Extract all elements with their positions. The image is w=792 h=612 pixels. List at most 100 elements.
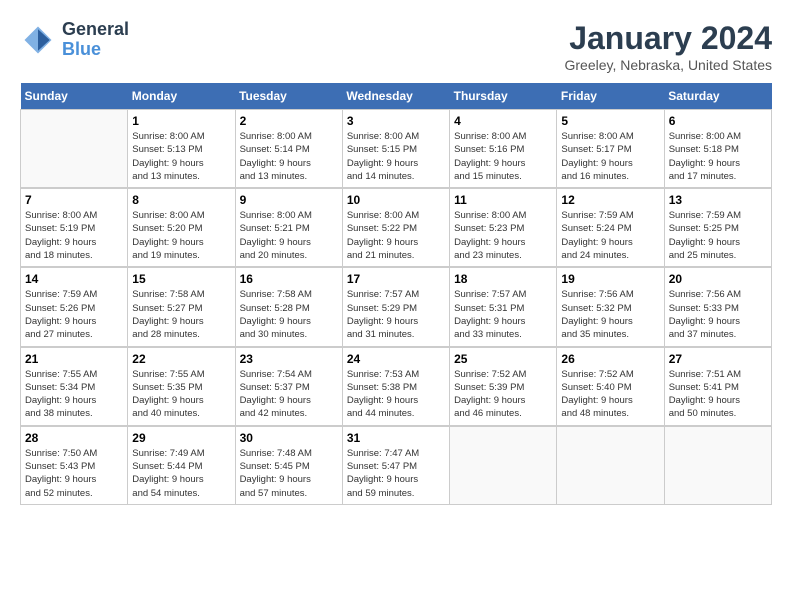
- day-info: Sunrise: 7:57 AMSunset: 5:29 PMDaylight:…: [347, 288, 445, 341]
- day-cell: 17 Sunrise: 7:57 AMSunset: 5:29 PMDayligh…: [342, 267, 449, 346]
- day-number: 31: [347, 431, 445, 445]
- day-number: 27: [669, 352, 767, 366]
- day-info: Sunrise: 7:52 AMSunset: 5:40 PMDaylight:…: [561, 368, 659, 421]
- day-number: 6: [669, 114, 767, 128]
- day-number: 14: [25, 272, 123, 286]
- day-info: Sunrise: 7:48 AMSunset: 5:45 PMDaylight:…: [240, 447, 338, 500]
- header-cell-friday: Friday: [557, 83, 664, 110]
- day-info: Sunrise: 7:56 AMSunset: 5:32 PMDaylight:…: [561, 288, 659, 341]
- day-cell: 15Sunrise: 7:58 AMSunset: 5:27 PMDayligh…: [128, 267, 235, 346]
- day-info: Sunrise: 8:00 AMSunset: 5:21 PMDaylight:…: [240, 209, 338, 262]
- day-info: Sunrise: 7:47 AMSunset: 5:47 PMDaylight:…: [347, 447, 445, 500]
- day-cell: 10 Sunrise: 8:00 AMSunset: 5:22 PMDayligh…: [342, 188, 449, 267]
- day-number: 23: [240, 352, 338, 366]
- day-number: 24: [347, 352, 445, 366]
- day-cell: 29 Sunrise: 7:49 AMSunset: 5:44 PMDayligh…: [128, 426, 235, 505]
- calendar-table: SundayMondayTuesdayWednesdayThursdayFrid…: [20, 83, 772, 505]
- logo-icon: [20, 22, 56, 58]
- day-number: 18: [454, 272, 552, 286]
- day-cell: 11Sunrise: 8:00 AMSunset: 5:23 PMDayligh…: [450, 188, 557, 267]
- day-cell: 7 Sunrise: 8:00 AMSunset: 5:19 PMDaylight…: [21, 188, 128, 267]
- header-cell-sunday: Sunday: [21, 83, 128, 110]
- day-number: 25: [454, 352, 552, 366]
- day-cell: [664, 426, 771, 505]
- day-cell: 20 Sunrise: 7:56 AMSunset: 5:33 PMDayligh…: [664, 267, 771, 346]
- day-cell: 22Sunrise: 7:55 AMSunset: 5:35 PMDayligh…: [128, 347, 235, 426]
- day-cell: 25 Sunrise: 7:52 AMSunset: 5:39 PMDayligh…: [450, 347, 557, 426]
- day-cell: [450, 426, 557, 505]
- day-info: Sunrise: 8:00 AMSunset: 5:18 PMDaylight:…: [669, 130, 767, 183]
- header-cell-saturday: Saturday: [664, 83, 771, 110]
- day-number: 16: [240, 272, 338, 286]
- day-cell: 30 Sunrise: 7:48 AMSunset: 5:45 PMDayligh…: [235, 426, 342, 505]
- day-number: 20: [669, 272, 767, 286]
- day-info: Sunrise: 7:50 AMSunset: 5:43 PMDaylight:…: [25, 447, 123, 500]
- logo-blue: Blue: [62, 40, 129, 60]
- day-cell: 5 Sunrise: 8:00 AMSunset: 5:17 PMDaylight…: [557, 110, 664, 189]
- week-row-1: 1Sunrise: 8:00 AMSunset: 5:13 PMDaylight…: [21, 110, 772, 189]
- day-cell: 18Sunrise: 7:57 AMSunset: 5:31 PMDayligh…: [450, 267, 557, 346]
- day-cell: 9 Sunrise: 8:00 AMSunset: 5:21 PMDaylight…: [235, 188, 342, 267]
- week-row-5: 28 Sunrise: 7:50 AMSunset: 5:43 PMDayligh…: [21, 426, 772, 505]
- week-row-4: 21Sunrise: 7:55 AMSunset: 5:34 PMDayligh…: [21, 347, 772, 426]
- day-info: Sunrise: 7:55 AMSunset: 5:35 PMDaylight:…: [132, 368, 230, 421]
- day-info: Sunrise: 7:54 AMSunset: 5:37 PMDaylight:…: [240, 368, 338, 421]
- day-info: Sunrise: 7:59 AMSunset: 5:25 PMDaylight:…: [669, 209, 767, 262]
- header-cell-thursday: Thursday: [450, 83, 557, 110]
- week-row-3: 14 Sunrise: 7:59 AMSunset: 5:26 PMDayligh…: [21, 267, 772, 346]
- title-section: January 2024 Greeley, Nebraska, United S…: [564, 20, 772, 73]
- day-cell: 2 Sunrise: 8:00 AMSunset: 5:14 PMDaylight…: [235, 110, 342, 189]
- day-number: 5: [561, 114, 659, 128]
- day-cell: 6 Sunrise: 8:00 AMSunset: 5:18 PMDaylight…: [664, 110, 771, 189]
- day-cell: 24Sunrise: 7:53 AMSunset: 5:38 PMDayligh…: [342, 347, 449, 426]
- day-number: 28: [25, 431, 123, 445]
- day-number: 9: [240, 193, 338, 207]
- day-info: Sunrise: 8:00 AMSunset: 5:13 PMDaylight:…: [132, 130, 230, 183]
- day-cell: 3Sunrise: 8:00 AMSunset: 5:15 PMDaylight…: [342, 110, 449, 189]
- main-title: January 2024: [564, 20, 772, 57]
- day-number: 11: [454, 193, 552, 207]
- day-cell: 1Sunrise: 8:00 AMSunset: 5:13 PMDaylight…: [128, 110, 235, 189]
- day-cell: 31 Sunrise: 7:47 AMSunset: 5:47 PMDayligh…: [342, 426, 449, 505]
- day-info: Sunrise: 7:52 AMSunset: 5:39 PMDaylight:…: [454, 368, 552, 421]
- day-info: Sunrise: 8:00 AMSunset: 5:17 PMDaylight:…: [561, 130, 659, 183]
- day-info: Sunrise: 7:49 AMSunset: 5:44 PMDaylight:…: [132, 447, 230, 500]
- day-number: 29: [132, 431, 230, 445]
- header: General Blue January 2024 Greeley, Nebra…: [20, 20, 772, 73]
- day-info: Sunrise: 7:56 AMSunset: 5:33 PMDaylight:…: [669, 288, 767, 341]
- header-cell-tuesday: Tuesday: [235, 83, 342, 110]
- header-cell-wednesday: Wednesday: [342, 83, 449, 110]
- day-number: 26: [561, 352, 659, 366]
- day-info: Sunrise: 8:00 AMSunset: 5:14 PMDaylight:…: [240, 130, 338, 183]
- day-info: Sunrise: 8:00 AMSunset: 5:19 PMDaylight:…: [25, 209, 123, 262]
- day-info: Sunrise: 7:58 AMSunset: 5:28 PMDaylight:…: [240, 288, 338, 341]
- day-number: 3: [347, 114, 445, 128]
- day-number: 12: [561, 193, 659, 207]
- logo-general: General: [62, 20, 129, 40]
- day-number: 10: [347, 193, 445, 207]
- subtitle: Greeley, Nebraska, United States: [564, 57, 772, 73]
- day-cell: 13Sunrise: 7:59 AMSunset: 5:25 PMDayligh…: [664, 188, 771, 267]
- day-cell: 21Sunrise: 7:55 AMSunset: 5:34 PMDayligh…: [21, 347, 128, 426]
- day-number: 17: [347, 272, 445, 286]
- day-info: Sunrise: 8:00 AMSunset: 5:20 PMDaylight:…: [132, 209, 230, 262]
- day-info: Sunrise: 8:00 AMSunset: 5:16 PMDaylight:…: [454, 130, 552, 183]
- day-number: 2: [240, 114, 338, 128]
- day-cell: [21, 110, 128, 189]
- page-container: General Blue January 2024 Greeley, Nebra…: [20, 20, 772, 505]
- header-cell-monday: Monday: [128, 83, 235, 110]
- day-cell: 23 Sunrise: 7:54 AMSunset: 5:37 PMDayligh…: [235, 347, 342, 426]
- day-number: 15: [132, 272, 230, 286]
- day-cell: 12Sunrise: 7:59 AMSunset: 5:24 PMDayligh…: [557, 188, 664, 267]
- day-cell: 26 Sunrise: 7:52 AMSunset: 5:40 PMDayligh…: [557, 347, 664, 426]
- day-info: Sunrise: 8:00 AMSunset: 5:22 PMDaylight:…: [347, 209, 445, 262]
- day-cell: 19Sunrise: 7:56 AMSunset: 5:32 PMDayligh…: [557, 267, 664, 346]
- day-number: 30: [240, 431, 338, 445]
- day-info: Sunrise: 7:51 AMSunset: 5:41 PMDaylight:…: [669, 368, 767, 421]
- day-cell: 14 Sunrise: 7:59 AMSunset: 5:26 PMDayligh…: [21, 267, 128, 346]
- day-cell: 8Sunrise: 8:00 AMSunset: 5:20 PMDaylight…: [128, 188, 235, 267]
- day-number: 7: [25, 193, 123, 207]
- day-number: 21: [25, 352, 123, 366]
- day-info: Sunrise: 7:59 AMSunset: 5:26 PMDaylight:…: [25, 288, 123, 341]
- day-cell: 27 Sunrise: 7:51 AMSunset: 5:41 PMDayligh…: [664, 347, 771, 426]
